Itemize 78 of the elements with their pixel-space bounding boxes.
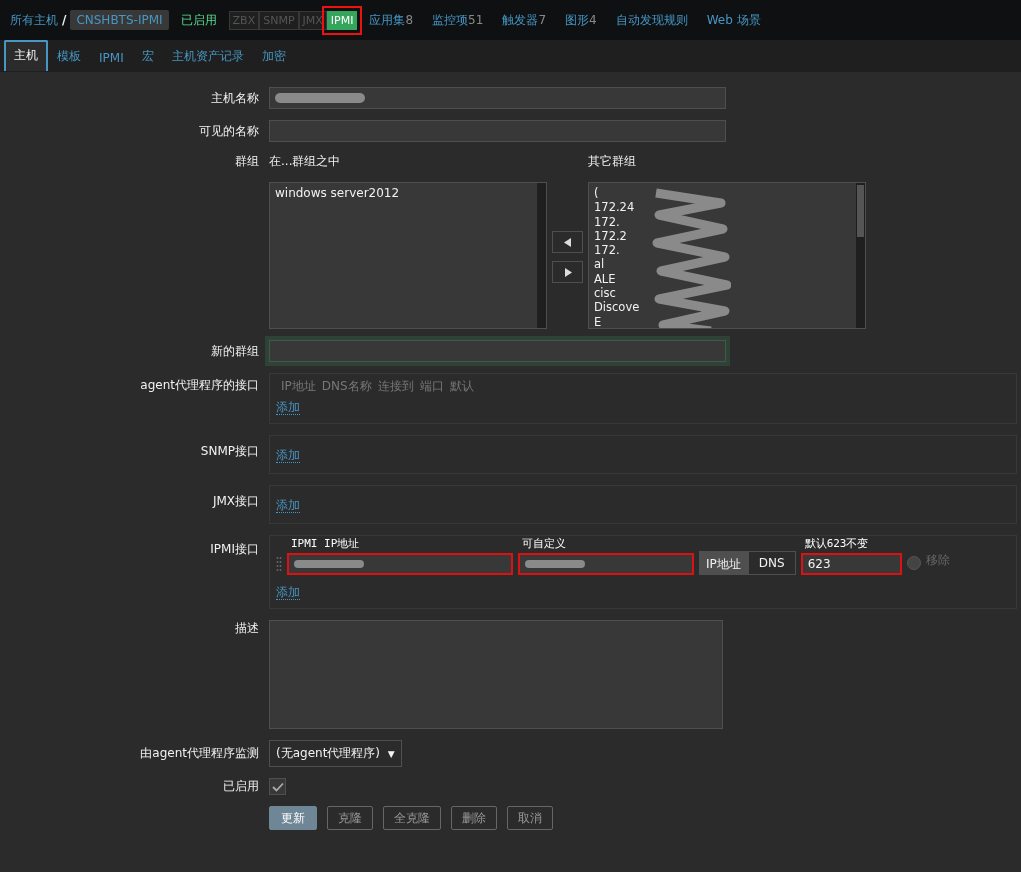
- tab[interactable]: IPMI: [90, 45, 133, 71]
- nav-link[interactable]: 自动发现规则: [615, 11, 688, 29]
- drag-handle-icon[interactable]: [276, 556, 282, 572]
- nav-link[interactable]: 触发器7: [502, 11, 546, 29]
- dns-name-field[interactable]: [518, 553, 694, 575]
- nav-link[interactable]: 应用集8: [369, 11, 414, 29]
- field-label: 可见的名称: [198, 122, 260, 140]
- list-item[interactable]: (: [594, 186, 599, 201]
- add-link[interactable]: 添加: [276, 498, 300, 513]
- list-item[interactable]: 172.: [594, 243, 620, 258]
- list-heading: 其它群组: [588, 153, 637, 169]
- add-link[interactable]: 添加: [276, 400, 300, 415]
- tab[interactable]: 主机: [4, 40, 48, 71]
- list-item[interactable]: al: [594, 257, 605, 272]
- field-label: JMX接口: [211, 493, 260, 510]
- tab[interactable]: 加密: [252, 42, 295, 71]
- port-field[interactable]: 623: [800, 553, 902, 575]
- breadcrumb-separator: /: [62, 13, 67, 27]
- field-label: 由agent代理程序监测: [139, 745, 260, 762]
- form-button[interactable]: 取消: [507, 806, 553, 830]
- enabled-checkbox[interactable]: [269, 778, 286, 795]
- field-label: 群组: [234, 153, 260, 170]
- annotation-text: 默认623不变: [804, 536, 870, 551]
- group-listbox[interactable]: windows server2012: [269, 182, 547, 329]
- left-triangle-icon: [563, 237, 572, 247]
- form-button[interactable]: 删除: [451, 806, 497, 830]
- add-link[interactable]: 添加: [276, 448, 300, 463]
- caret-icon: ▼: [387, 749, 395, 759]
- tab[interactable]: 模板: [48, 42, 90, 71]
- list-item[interactable]: windows server2012: [275, 186, 400, 201]
- column-header: 连接到: [377, 378, 414, 395]
- form-button[interactable]: 更新: [269, 806, 317, 830]
- field-label: 描述: [234, 620, 260, 637]
- breadcrumb-link[interactable]: 所有主机: [10, 11, 58, 29]
- column-header: IP地址: [281, 378, 316, 395]
- list-item[interactable]: Discove: [594, 300, 640, 315]
- field-label: IPMI接口: [209, 541, 260, 558]
- annotation-text: IPMI IP地址: [291, 536, 361, 551]
- field-label: 新的群组: [210, 342, 260, 360]
- ip-address-field[interactable]: [287, 553, 513, 575]
- field-label: 主机名称: [210, 89, 260, 107]
- description-field[interactable]: [269, 620, 723, 729]
- list-item[interactable]: 172.24: [594, 200, 635, 215]
- scrollbar[interactable]: [856, 183, 865, 328]
- scrollbar[interactable]: [537, 183, 546, 328]
- list-heading: 在...群组之中: [269, 153, 342, 169]
- form-button[interactable]: 全克隆: [383, 806, 441, 830]
- nav-link[interactable]: 监控项51: [432, 11, 484, 29]
- list-item[interactable]: ALE: [594, 271, 616, 287]
- host-link[interactable]: CNSHBTS-IPMI: [70, 10, 169, 30]
- nav-link[interactable]: Web 场景: [706, 11, 761, 29]
- list-item[interactable]: 172.: [594, 214, 620, 229]
- add-link[interactable]: 添加: [276, 585, 300, 600]
- nav-link[interactable]: 图形4: [565, 11, 597, 29]
- list-item[interactable]: cisc: [594, 286, 616, 301]
- host-name-field[interactable]: [269, 87, 726, 109]
- form-button[interactable]: 克隆: [327, 806, 373, 830]
- field-label: 已启用: [222, 778, 260, 795]
- group-listbox[interactable]: ( 172.24 172. 172.2 172. al ALE cisc Discove E: [588, 182, 866, 329]
- column-header: DNS名称: [321, 378, 372, 395]
- move-left-button[interactable]: [552, 231, 583, 253]
- proxy-select[interactable]: (无agent代理程序) ▼: [269, 740, 402, 767]
- annotation-text: 可自定义: [522, 536, 567, 551]
- list-item[interactable]: 172.2: [594, 228, 627, 244]
- default-radio[interactable]: [906, 556, 921, 570]
- visible-name-field[interactable]: [269, 120, 726, 142]
- column-header: 端口: [419, 378, 444, 395]
- field-label: SNMP接口: [199, 443, 260, 460]
- field-label: agent代理程序的接口: [139, 377, 260, 394]
- status-label: 已启用: [180, 11, 217, 29]
- list-item[interactable]: E: [594, 314, 602, 328]
- connect-to-toggle[interactable]: DNS: [747, 551, 796, 575]
- column-header: 默认: [449, 378, 474, 395]
- connect-to-toggle[interactable]: IP地址: [699, 551, 748, 575]
- tab[interactable]: 主机资产记录: [162, 42, 253, 71]
- tab[interactable]: 宏: [132, 42, 163, 71]
- right-triangle-icon: [563, 267, 572, 277]
- move-right-button[interactable]: [552, 261, 583, 283]
